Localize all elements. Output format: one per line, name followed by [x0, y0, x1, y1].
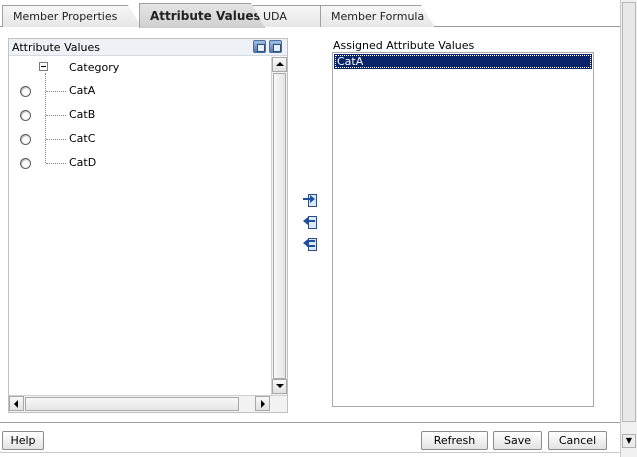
tab-attribute-values[interactable]: Attribute Values	[139, 3, 265, 28]
tree-vertical-scrollbar[interactable]	[271, 57, 287, 395]
scroll-thumb[interactable]	[273, 73, 286, 379]
tree-item-label: CatD	[69, 156, 97, 169]
tree-connector	[46, 163, 66, 164]
remove-all-icon[interactable]	[302, 237, 318, 253]
tree-connector	[46, 115, 66, 116]
tree-item-catd[interactable]: CatD	[9, 154, 271, 172]
collapse-all-icon[interactable]	[269, 40, 282, 53]
collapse-toggle-icon[interactable]	[39, 62, 48, 71]
arrow-head	[303, 217, 308, 225]
help-button[interactable]: Help	[2, 431, 44, 450]
arrow-shape	[307, 220, 315, 222]
arrow-head	[310, 195, 315, 203]
save-button[interactable]: Save	[493, 431, 542, 450]
chevron-right-icon	[261, 400, 265, 408]
tree-item-label: CatA	[69, 84, 96, 97]
tree-horizontal-scrollbar[interactable]	[9, 395, 287, 412]
tab-strip: Member Properties UDA Member Formula Att…	[0, 0, 620, 27]
list-item[interactable]: CatA	[334, 54, 592, 69]
tab-label: Attribute Values	[150, 9, 261, 23]
tab-label: Member Formula	[331, 10, 425, 23]
arrow-shape	[307, 245, 315, 247]
scroll-thumb[interactable]	[25, 397, 239, 411]
tree-item-catc[interactable]: CatC	[9, 130, 271, 148]
page-vertical-scrollbar[interactable]: ▼	[620, 0, 637, 457]
status-strip	[0, 452, 620, 457]
scroll-down-button[interactable]: ▼	[622, 434, 636, 448]
arrow-shape	[307, 240, 315, 242]
tree-item-label: CatC	[69, 132, 96, 145]
chevron-down-icon: ▼	[625, 436, 633, 445]
radio-catc[interactable]	[20, 134, 31, 145]
refresh-button[interactable]: Refresh	[421, 431, 488, 450]
assigned-values-list[interactable]: CatA	[332, 52, 594, 407]
tree-item-catb[interactable]: CatB	[9, 106, 271, 124]
tree-item-cata[interactable]: CatA	[9, 82, 271, 100]
scroll-down-button[interactable]	[272, 379, 287, 394]
add-selected-icon[interactable]	[302, 193, 318, 209]
chevron-up-icon	[276, 62, 284, 66]
scroll-left-button[interactable]	[9, 396, 24, 411]
panel-header: Attribute Values	[9, 39, 287, 56]
tab-label: UDA	[263, 10, 287, 23]
tab-member-formula[interactable]: Member Formula	[320, 5, 435, 27]
scroll-right-button[interactable]	[255, 396, 270, 411]
scroll-thumb[interactable]	[622, 2, 636, 422]
panel-title: Attribute Values	[12, 41, 101, 54]
footer-divider	[0, 422, 620, 423]
assigned-values-title: Assigned Attribute Values	[333, 39, 475, 52]
cancel-button[interactable]: Cancel	[548, 431, 607, 450]
chevron-left-icon	[14, 400, 18, 408]
radio-catd[interactable]	[20, 158, 31, 169]
tree-root-category[interactable]: Category	[9, 59, 271, 77]
tree-item-label: CatB	[69, 108, 96, 121]
remove-selected-icon[interactable]	[302, 215, 318, 231]
chevron-down-icon	[276, 384, 284, 388]
list-box-shape	[308, 216, 317, 229]
tab-member-properties[interactable]: Member Properties	[2, 5, 142, 27]
tree-connector	[46, 139, 66, 140]
tree-root-label: Category	[69, 61, 120, 74]
scroll-up-button[interactable]	[272, 57, 287, 72]
attribute-tree: Category CatA CatB CatC CatD	[9, 57, 271, 395]
radio-catb[interactable]	[20, 110, 31, 121]
tab-label: Member Properties	[13, 10, 118, 23]
radio-cata[interactable]	[20, 86, 31, 97]
attribute-values-panel: Attribute Values Category CatA CatB CatC	[8, 38, 288, 413]
expand-all-icon[interactable]	[253, 40, 266, 53]
tree-connector	[46, 91, 66, 92]
arrow-head	[303, 239, 308, 247]
